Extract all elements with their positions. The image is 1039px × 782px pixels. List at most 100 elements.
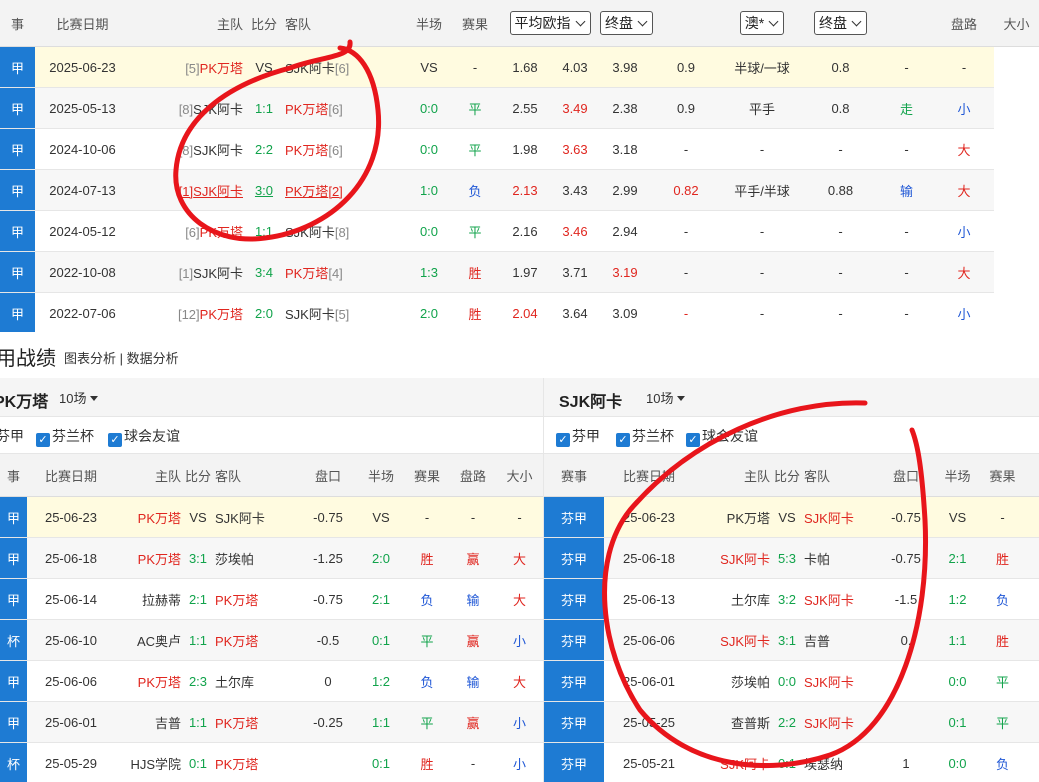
data-analysis-link[interactable]: 数据分析: [127, 351, 179, 366]
score-cell[interactable]: 3:4: [245, 251, 283, 293]
home-team-cell[interactable]: 拉赫蒂: [115, 578, 183, 620]
away-team-cell[interactable]: 莎埃帕: [213, 537, 298, 579]
league-cell[interactable]: 甲: [0, 251, 35, 293]
league-cell[interactable]: 甲: [0, 210, 35, 252]
away-team-cell[interactable]: 土尔库: [213, 660, 298, 702]
score-cell[interactable]: 2:2: [245, 128, 283, 170]
right-filter-1[interactable]: ✓ 芬兰杯: [616, 426, 674, 447]
left-filter-2[interactable]: ✓ 球会友谊: [108, 426, 180, 447]
home-team-cell[interactable]: SJK阿卡: [694, 619, 772, 661]
home-team-cell[interactable]: 吉普: [115, 701, 183, 743]
league-cell[interactable]: 甲: [0, 128, 35, 170]
score-cell[interactable]: 0:0: [772, 660, 802, 702]
away-team-cell[interactable]: PK万塔[6]: [283, 128, 408, 170]
score-cell[interactable]: 2:2: [772, 701, 802, 743]
score-cell[interactable]: VS: [772, 496, 802, 538]
home-team-cell[interactable]: SJK阿卡: [694, 537, 772, 579]
home-team-cell[interactable]: PK万塔: [115, 660, 183, 702]
home-team-cell[interactable]: [1]SJK阿卡: [130, 251, 245, 293]
league-cell[interactable]: 芬甲: [544, 537, 604, 579]
home-team-cell[interactable]: AC奥卢: [115, 619, 183, 661]
score-cell[interactable]: 3:2: [772, 578, 802, 620]
bookmaker-select[interactable]: 澳*: [739, 11, 785, 35]
away-team-cell[interactable]: PK万塔: [213, 619, 298, 661]
league-cell[interactable]: 甲: [0, 496, 27, 538]
score-cell[interactable]: 5:3: [772, 537, 802, 579]
league-cell[interactable]: 杯: [0, 619, 27, 661]
score-cell[interactable]: VS: [183, 496, 213, 538]
away-team-cell[interactable]: SJK阿卡: [213, 496, 298, 538]
away-team-cell[interactable]: PK万塔: [213, 578, 298, 620]
score-cell[interactable]: 3:1: [772, 619, 802, 661]
left-count-select[interactable]: 10场: [59, 388, 99, 407]
league-cell-text: 芬甲: [560, 592, 587, 608]
home-team-cell[interactable]: 莎埃帕: [694, 660, 772, 702]
away-team-cell[interactable]: PK万塔: [213, 701, 298, 743]
league-cell[interactable]: 甲: [0, 46, 35, 88]
away-team-cell[interactable]: SJK阿卡: [802, 701, 877, 743]
home-team-cell[interactable]: PK万塔: [115, 496, 183, 538]
result-cell-text: 平: [468, 224, 482, 240]
league-cell[interactable]: 甲: [0, 292, 35, 334]
league-cell[interactable]: 甲: [0, 87, 35, 129]
home-team-cell[interactable]: PK万塔: [115, 537, 183, 579]
away-team-cell[interactable]: 吉普: [802, 619, 877, 661]
score-cell[interactable]: 3:1: [183, 537, 213, 579]
away-team-cell[interactable]: PK万塔[6]: [283, 87, 408, 129]
right-filter-0[interactable]: ✓ 芬甲: [556, 426, 600, 447]
score-cell[interactable]: 2:1: [183, 578, 213, 620]
home-team-cell[interactable]: PK万塔: [694, 496, 772, 538]
home-team-cell[interactable]: [8]SJK阿卡: [130, 87, 245, 129]
league-cell[interactable]: 杯: [0, 742, 27, 782]
right-count-select[interactable]: 10场: [646, 388, 686, 407]
away-team-cell[interactable]: SJK阿卡: [802, 660, 877, 702]
score-cell[interactable]: 1:1: [245, 87, 283, 129]
home-team-cell[interactable]: 土尔库: [694, 578, 772, 620]
home-team-cell[interactable]: SJK阿卡: [694, 742, 772, 782]
away-team-cell[interactable]: SJK阿卡: [802, 578, 877, 620]
final1-select[interactable]: 终盘: [600, 11, 653, 35]
away-team-cell[interactable]: SJK阿卡[5]: [283, 292, 408, 334]
league-cell[interactable]: 甲: [0, 660, 27, 702]
away-team-cell[interactable]: SJK阿卡: [802, 496, 877, 538]
league-cell[interactable]: 甲: [0, 169, 35, 211]
left-filter-1[interactable]: ✓ 芬兰杯: [36, 426, 94, 447]
score-cell[interactable]: 3:0: [245, 169, 283, 211]
league-cell[interactable]: 芬甲: [544, 619, 604, 661]
final2-select[interactable]: 终盘: [814, 11, 867, 35]
score-cell[interactable]: 1:1: [245, 210, 283, 252]
right-filter-2[interactable]: ✓ 球会友谊: [686, 426, 758, 447]
score-cell[interactable]: 2:3: [183, 660, 213, 702]
home-team-cell[interactable]: [6]PK万塔: [130, 210, 245, 252]
away-team-cell[interactable]: SJK阿卡[8]: [283, 210, 408, 252]
chart-analysis-link[interactable]: 图表分析: [64, 351, 116, 366]
home-team-cell[interactable]: [8]SJK阿卡: [130, 128, 245, 170]
league-cell[interactable]: 芬甲: [544, 496, 604, 538]
avg-odds-select[interactable]: 平均欧指: [509, 11, 591, 35]
away-team-cell[interactable]: 埃瑟纳: [802, 742, 877, 782]
league-cell[interactable]: 甲: [0, 537, 27, 579]
score-cell[interactable]: 1:1: [183, 619, 213, 661]
score-cell[interactable]: 1:1: [183, 701, 213, 743]
away-team-cell[interactable]: PK万塔[2]: [283, 169, 408, 211]
away-team-cell[interactable]: SJK阿卡[6]: [283, 46, 408, 88]
home-team-cell[interactable]: 查普斯: [694, 701, 772, 743]
away-team-cell[interactable]: PK万塔[4]: [283, 251, 408, 293]
league-cell[interactable]: 甲: [0, 701, 27, 743]
league-cell[interactable]: 芬甲: [544, 660, 604, 702]
away-team-cell[interactable]: PK万塔: [213, 742, 298, 782]
home-team-cell[interactable]: [1]SJK阿卡: [130, 169, 245, 211]
score-cell[interactable]: 0:1: [183, 742, 213, 782]
home-team-cell[interactable]: [5]PK万塔: [130, 46, 245, 88]
league-cell[interactable]: 芬甲: [544, 578, 604, 620]
league-cell[interactable]: 甲: [0, 578, 27, 620]
score-cell[interactable]: 0:1: [772, 742, 802, 782]
score-cell[interactable]: 2:0: [245, 292, 283, 334]
home-team-cell[interactable]: [12]PK万塔: [130, 292, 245, 334]
left-filter-0[interactable]: 芬甲: [0, 426, 24, 446]
home-team-cell[interactable]: HJS学院: [115, 742, 183, 782]
league-cell[interactable]: 芬甲: [544, 701, 604, 743]
score-cell[interactable]: VS: [245, 46, 283, 88]
away-team-cell[interactable]: 卡帕: [802, 537, 877, 579]
league-cell[interactable]: 芬甲: [544, 742, 604, 782]
